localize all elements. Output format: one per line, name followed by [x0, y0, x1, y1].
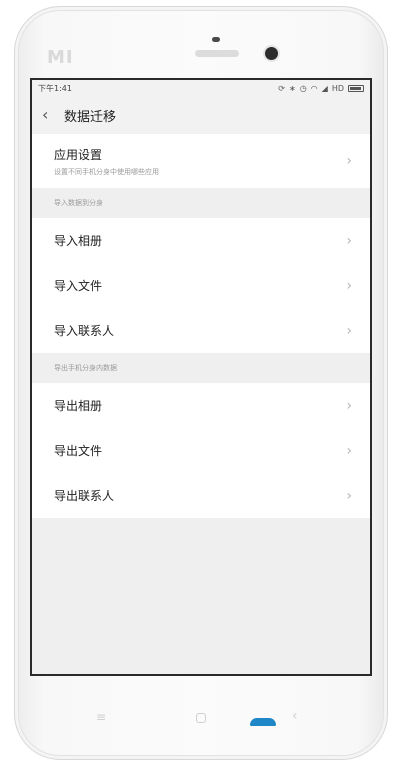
wifi-icon: ◠ — [310, 83, 318, 93]
export-section-header: 导出手机分身内数据 — [32, 353, 370, 383]
export-album-row[interactable]: 导出相册 › — [32, 383, 370, 428]
alarm-icon: ◷ — [299, 83, 307, 93]
chevron-right-icon: › — [346, 232, 352, 249]
network-type: HD — [331, 83, 344, 93]
import-card: 导入相册 › 导入文件 › 导入联系人 › — [32, 218, 370, 353]
menu-key-icon[interactable]: ≡ — [96, 710, 106, 724]
status-time: 下午1:41 — [38, 83, 72, 93]
home-indicator-light — [250, 718, 276, 726]
signal-icon: ◢ — [321, 83, 328, 93]
title-bar: ‹ 数据迁移 — [32, 96, 370, 134]
bluetooth-icon: ∗ — [288, 83, 296, 93]
export-card: 导出相册 › 导出文件 › 导出联系人 › — [32, 383, 370, 518]
front-camera — [265, 47, 278, 60]
import-album-row[interactable]: 导入相册 › — [32, 218, 370, 263]
app-settings-row[interactable]: 应用设置 设置不同手机分身中使用哪些应用 › — [32, 134, 370, 188]
mi-logo: MI — [47, 47, 74, 68]
export-contacts-row[interactable]: 导出联系人 › — [32, 473, 370, 518]
screen: 下午1:41 ⟳ ∗ ◷ ◠ ◢ HD ‹ 数据迁移 应用设置 设置不同手机分身… — [30, 78, 372, 676]
app-settings-card: 应用设置 设置不同手机分身中使用哪些应用 › — [32, 134, 370, 188]
chevron-right-icon: › — [346, 322, 352, 339]
back-key-icon[interactable]: ‹ — [292, 708, 298, 724]
export-files-label: 导出文件 — [54, 444, 103, 458]
chevron-right-icon: › — [346, 397, 352, 414]
chevron-right-icon: › — [346, 153, 352, 169]
chevron-right-icon: › — [346, 277, 352, 294]
export-contacts-label: 导出联系人 — [54, 489, 115, 503]
app-settings-label: 应用设置 — [54, 147, 103, 162]
app-settings-description: 设置不同手机分身中使用哪些应用 — [54, 167, 159, 176]
import-album-label: 导入相册 — [54, 234, 103, 248]
page-title: 数据迁移 — [64, 109, 117, 125]
battery-icon — [348, 84, 364, 92]
import-files-row[interactable]: 导入文件 › — [32, 263, 370, 308]
status-icons: ⟳ ∗ ◷ ◠ ◢ HD — [278, 84, 364, 93]
proximity-sensor — [212, 37, 220, 42]
import-files-label: 导入文件 — [54, 279, 103, 293]
export-album-label: 导出相册 — [54, 399, 103, 413]
chevron-right-icon: › — [346, 442, 352, 459]
hardware-keys: ≡ ‹ — [0, 700, 400, 740]
import-contacts-row[interactable]: 导入联系人 › — [32, 308, 370, 353]
back-arrow-icon[interactable]: ‹ — [42, 107, 64, 123]
home-key-icon[interactable] — [196, 713, 206, 723]
import-contacts-label: 导入联系人 — [54, 324, 115, 338]
import-section-header: 导入数据到分身 — [32, 188, 370, 218]
sync-icon: ⟳ — [278, 83, 285, 93]
earpiece-speaker — [195, 50, 239, 57]
export-files-row[interactable]: 导出文件 › — [32, 428, 370, 473]
status-bar: 下午1:41 ⟳ ∗ ◷ ◠ ◢ HD — [32, 80, 370, 96]
chevron-right-icon: › — [346, 487, 352, 504]
